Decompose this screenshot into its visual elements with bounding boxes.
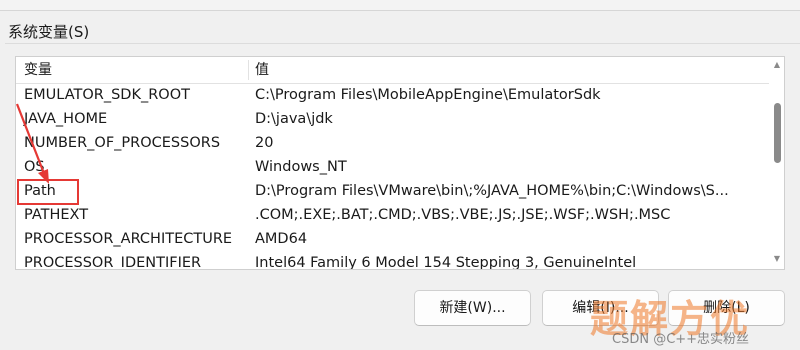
table-row[interactable]: PATHEXT .COM;.EXE;.BAT;.CMD;.VBS;.VBE;.J… xyxy=(16,203,769,227)
table-row[interactable]: PROCESSOR_ARCHITECTURE AMD64 xyxy=(16,227,769,251)
column-header-value[interactable]: 值 xyxy=(255,57,269,83)
system-variables-title: 系统变量(S) xyxy=(8,23,90,41)
variable-name: PATHEXT xyxy=(24,207,89,223)
variable-name: PROCESSOR_ARCHITECTURE xyxy=(24,231,233,247)
variable-name: PROCESSOR_IDENTIFIER xyxy=(24,255,202,270)
table-row[interactable]: NUMBER_OF_PROCESSORS 20 xyxy=(16,131,769,155)
variable-name: NUMBER_OF_PROCESSORS xyxy=(24,135,221,151)
table-row[interactable]: JAVA_HOME D:\java\jdk xyxy=(16,107,769,131)
variable-value: AMD64 xyxy=(255,231,308,247)
list-header: 变量 值 xyxy=(16,57,769,84)
scroll-down-arrow-icon[interactable]: ▼ xyxy=(773,255,781,263)
column-header-variable[interactable]: 变量 xyxy=(24,57,52,83)
table-row[interactable]: EMULATOR_SDK_ROOT C:\Program Files\Mobil… xyxy=(16,83,769,107)
variable-value: .COM;.EXE;.BAT;.CMD;.VBS;.VBE;.JS;.JSE;.… xyxy=(255,207,671,223)
path-highlight-box xyxy=(17,179,79,205)
column-divider[interactable] xyxy=(248,60,249,80)
variable-name: JAVA_HOME xyxy=(24,111,108,127)
vertical-scrollbar[interactable]: ▲ ▼ xyxy=(770,57,784,269)
scrollbar-thumb[interactable] xyxy=(774,103,781,163)
table-row[interactable]: PROCESSOR_IDENTIFIER Intel64 Family 6 Mo… xyxy=(16,251,769,270)
variable-value: D:\Program Files\VMware\bin\;%JAVA_HOME%… xyxy=(255,183,729,199)
watermark-credit: CSDN @C++忠实粉丝 xyxy=(612,332,750,347)
new-button[interactable]: 新建(W)... xyxy=(414,290,531,326)
variable-value: Windows_NT xyxy=(255,159,347,175)
variable-name: EMULATOR_SDK_ROOT xyxy=(24,87,190,103)
scroll-up-arrow-icon[interactable]: ▲ xyxy=(773,61,781,69)
table-row[interactable]: OS Windows_NT xyxy=(16,155,769,179)
variable-name: OS xyxy=(24,159,45,175)
group-divider xyxy=(5,43,800,44)
variable-value: 20 xyxy=(255,135,274,151)
system-variables-list[interactable]: 变量 值 EMULATOR_SDK_ROOT C:\Program Files\… xyxy=(15,56,785,270)
variable-value: C:\Program Files\MobileAppEngine\Emulato… xyxy=(255,87,601,103)
table-row-path[interactable]: Path D:\Program Files\VMware\bin\;%JAVA_… xyxy=(16,179,769,203)
list-rows: EMULATOR_SDK_ROOT C:\Program Files\Mobil… xyxy=(16,83,769,270)
top-panel-edge xyxy=(0,0,800,11)
variable-value: D:\java\jdk xyxy=(255,111,333,127)
variable-value: Intel64 Family 6 Model 154 Stepping 3, G… xyxy=(255,255,637,270)
